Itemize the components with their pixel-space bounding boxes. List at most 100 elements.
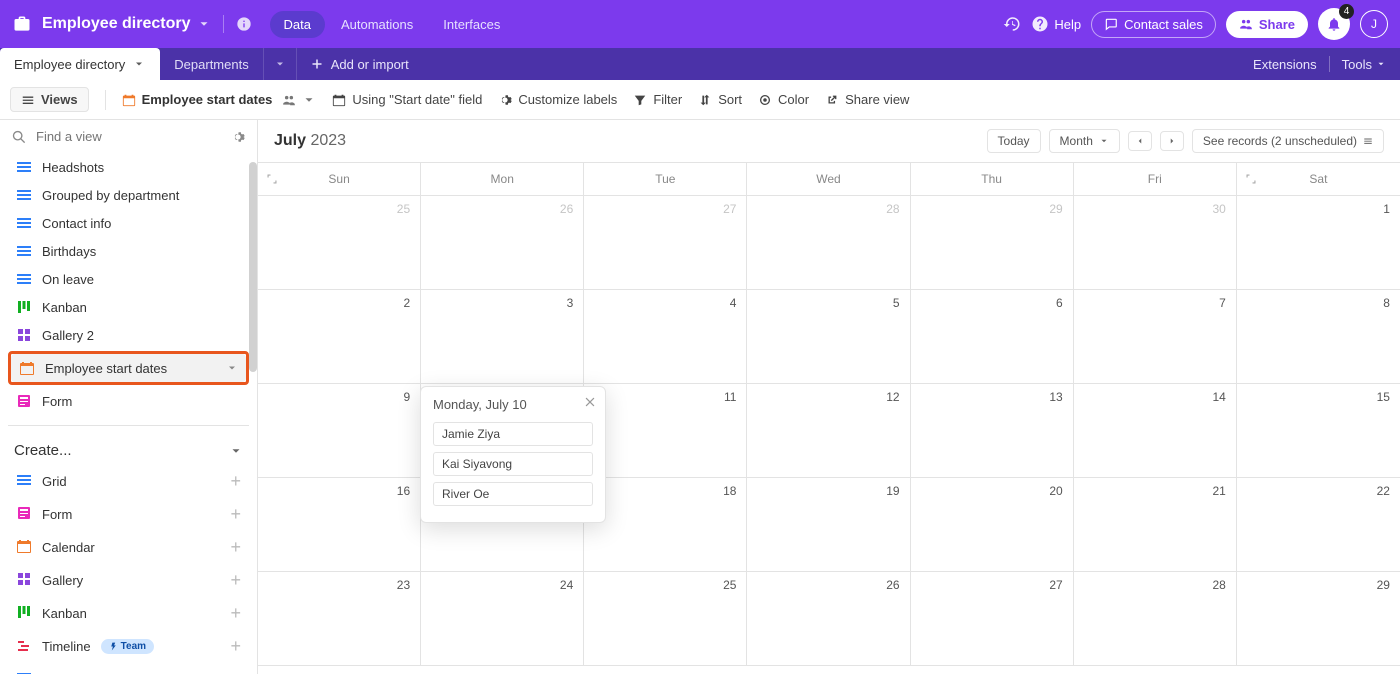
day-number: 22 xyxy=(1377,484,1390,498)
create-list[interactable]: List+ xyxy=(8,663,249,674)
view-employee-start-dates[interactable]: Employee start dates xyxy=(11,354,246,382)
calendar-cell[interactable]: 4 xyxy=(584,290,747,384)
calendar-cell[interactable]: 2 xyxy=(258,290,421,384)
view-gallery-2[interactable]: Gallery 2 xyxy=(8,321,249,349)
see-records-button[interactable]: See records (2 unscheduled) xyxy=(1192,129,1384,153)
table-tab-employee-directory[interactable]: Employee directory xyxy=(0,48,160,80)
calendar-cell[interactable]: 27 xyxy=(584,196,747,290)
create-timeline[interactable]: TimelineTeam+ xyxy=(8,630,249,663)
calendar-cell[interactable]: 16 xyxy=(258,478,421,572)
calendar-cell[interactable]: 23 xyxy=(258,572,421,666)
record-card[interactable]: River Oe xyxy=(433,482,593,506)
calendar-cell[interactable]: 13 xyxy=(911,384,1074,478)
prev-button[interactable] xyxy=(1128,131,1152,151)
grid-icon xyxy=(16,670,32,674)
calendar-cell[interactable]: 9Monday, July 10Jamie ZiyaKai SiyavongRi… xyxy=(258,384,421,478)
view-form[interactable]: Form xyxy=(8,387,249,415)
views-toggle[interactable]: Views xyxy=(10,87,89,112)
view-name[interactable]: Employee start dates xyxy=(122,92,317,107)
view-grouped-by-department[interactable]: Grouped by department xyxy=(8,181,249,209)
create-gallery[interactable]: Gallery+ xyxy=(8,564,249,597)
contact-sales-button[interactable]: Contact sales xyxy=(1091,11,1216,38)
expand-icon[interactable] xyxy=(266,173,278,185)
find-view-input[interactable] xyxy=(34,128,223,145)
calendar-icon xyxy=(122,93,136,107)
help-button[interactable]: Help xyxy=(1031,15,1081,33)
filter-button[interactable]: Filter xyxy=(633,92,682,107)
sidebar-scrollbar[interactable] xyxy=(249,162,257,372)
view-kanban[interactable]: Kanban xyxy=(8,293,249,321)
kanban-icon xyxy=(16,604,32,623)
calendar-cell[interactable]: 11 xyxy=(584,384,747,478)
view-settings-icon[interactable] xyxy=(231,130,245,144)
calendar-cell[interactable]: 26 xyxy=(747,572,910,666)
share-button[interactable]: Share xyxy=(1226,11,1308,38)
calendar-cell[interactable]: 1 xyxy=(1237,196,1400,290)
day-header-wed: Wed xyxy=(747,163,910,195)
table-tab-more[interactable] xyxy=(264,48,297,80)
calendar-cell[interactable]: 29 xyxy=(1237,572,1400,666)
calendar-cell[interactable]: 20 xyxy=(911,478,1074,572)
calendar-cell[interactable]: 28 xyxy=(747,196,910,290)
color-button[interactable]: Color xyxy=(758,92,809,107)
calendar-cell[interactable]: 18 xyxy=(584,478,747,572)
table-tab-departments[interactable]: Departments xyxy=(160,48,263,80)
view-on-leave[interactable]: On leave xyxy=(8,265,249,293)
calendar-cell[interactable]: 21 xyxy=(1074,478,1237,572)
add-or-import-button[interactable]: Add or import xyxy=(297,48,423,80)
nav-interfaces[interactable]: Interfaces xyxy=(429,11,514,38)
create-calendar[interactable]: Calendar+ xyxy=(8,531,249,564)
calendar-cell[interactable]: 14 xyxy=(1074,384,1237,478)
calendar-cell[interactable]: 15 xyxy=(1237,384,1400,478)
share-view-button[interactable]: Share view xyxy=(825,92,909,107)
day-number: 28 xyxy=(1212,578,1225,592)
record-card[interactable]: Jamie Ziya xyxy=(433,422,593,446)
history-icon[interactable] xyxy=(1003,15,1021,33)
user-avatar[interactable]: J xyxy=(1360,10,1388,38)
calendar-cell[interactable]: 25 xyxy=(584,572,747,666)
calendar-cell[interactable]: 6 xyxy=(911,290,1074,384)
calendar-cell[interactable]: 19 xyxy=(747,478,910,572)
calendar-cell[interactable]: 28 xyxy=(1074,572,1237,666)
today-button[interactable]: Today xyxy=(987,129,1041,153)
tools-button[interactable]: Tools xyxy=(1342,57,1386,72)
create-grid[interactable]: Grid+ xyxy=(8,465,249,498)
calendar-cell[interactable]: 12 xyxy=(747,384,910,478)
create-section-header[interactable]: Create... xyxy=(0,436,257,465)
calendar-cell[interactable]: 22 xyxy=(1237,478,1400,572)
create-form[interactable]: Form+ xyxy=(8,498,249,531)
nav-automations[interactable]: Automations xyxy=(327,11,427,38)
plus-icon: + xyxy=(230,471,241,492)
calendar-cell[interactable]: 29 xyxy=(911,196,1074,290)
view-birthdays[interactable]: Birthdays xyxy=(8,237,249,265)
notification-badge: 4 xyxy=(1339,4,1354,19)
create-kanban[interactable]: Kanban+ xyxy=(8,597,249,630)
nav-data[interactable]: Data xyxy=(270,11,325,38)
view-contact-info[interactable]: Contact info xyxy=(8,209,249,237)
base-menu-chevron-icon[interactable] xyxy=(197,17,211,31)
calendar-cell[interactable]: 7 xyxy=(1074,290,1237,384)
chevron-down-icon[interactable] xyxy=(226,362,238,374)
base-title[interactable]: Employee directory xyxy=(42,15,191,33)
calendar-cell[interactable]: 27 xyxy=(911,572,1074,666)
calendar-cell[interactable]: 8 xyxy=(1237,290,1400,384)
expand-icon[interactable] xyxy=(1245,173,1257,185)
calendar-cell[interactable]: 30 xyxy=(1074,196,1237,290)
period-dropdown[interactable]: Month xyxy=(1049,129,1120,153)
sort-button[interactable]: Sort xyxy=(698,92,742,107)
info-icon[interactable] xyxy=(236,16,252,32)
next-button[interactable] xyxy=(1160,131,1184,151)
view-headshots[interactable]: Headshots xyxy=(8,153,249,181)
date-field-button[interactable]: Using "Start date" field xyxy=(332,92,482,107)
notifications-button[interactable]: 4 xyxy=(1318,8,1350,40)
calendar-cell[interactable]: 24 xyxy=(421,572,584,666)
record-card[interactable]: Kai Siyavong xyxy=(433,452,593,476)
close-icon[interactable] xyxy=(583,395,597,409)
extensions-button[interactable]: Extensions xyxy=(1253,57,1317,72)
customize-labels-button[interactable]: Customize labels xyxy=(498,92,617,107)
calendar-cell[interactable]: 26 xyxy=(421,196,584,290)
day-header-sun: Sun xyxy=(258,163,421,195)
calendar-cell[interactable]: 5 xyxy=(747,290,910,384)
calendar-cell[interactable]: 3 xyxy=(421,290,584,384)
calendar-cell[interactable]: 25 xyxy=(258,196,421,290)
